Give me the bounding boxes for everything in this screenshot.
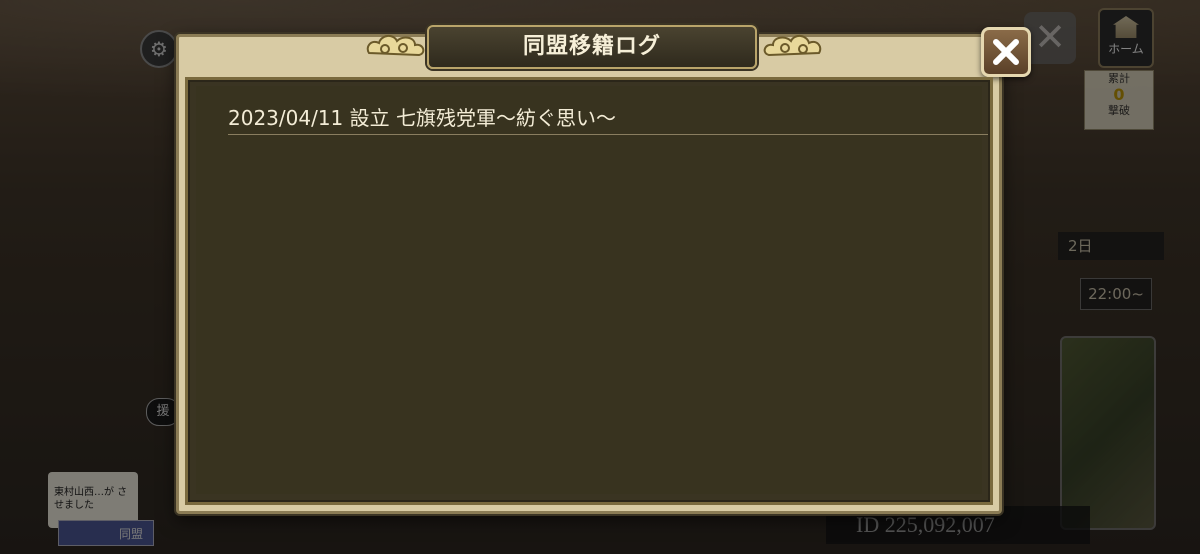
cloud-ornament-left-icon bbox=[366, 35, 425, 57]
dialog-title: 同盟移籍ログ bbox=[522, 34, 661, 59]
log-entry-text: 2023/04/11 設立 七旗残党軍～紡ぐ思い～ bbox=[228, 106, 616, 130]
alliance-transfer-log-dialog: 同盟移籍ログ 2023/04/11 設立 七旗残党軍～紡ぐ思い～ bbox=[176, 25, 1031, 514]
log-entry: 2023/04/11 設立 七旗残党軍～紡ぐ思い～ bbox=[228, 102, 988, 135]
dialog-title-plate: 同盟移籍ログ bbox=[427, 25, 757, 69]
log-list[interactable]: 2023/04/11 設立 七旗残党軍～紡ぐ思い～ bbox=[196, 86, 988, 494]
close-x-icon bbox=[993, 39, 1019, 65]
cloud-ornament-right-icon bbox=[763, 35, 822, 57]
close-button[interactable] bbox=[981, 27, 1031, 77]
log-panel-frame: 2023/04/11 設立 七旗残党軍～紡ぐ思い～ bbox=[185, 77, 993, 505]
